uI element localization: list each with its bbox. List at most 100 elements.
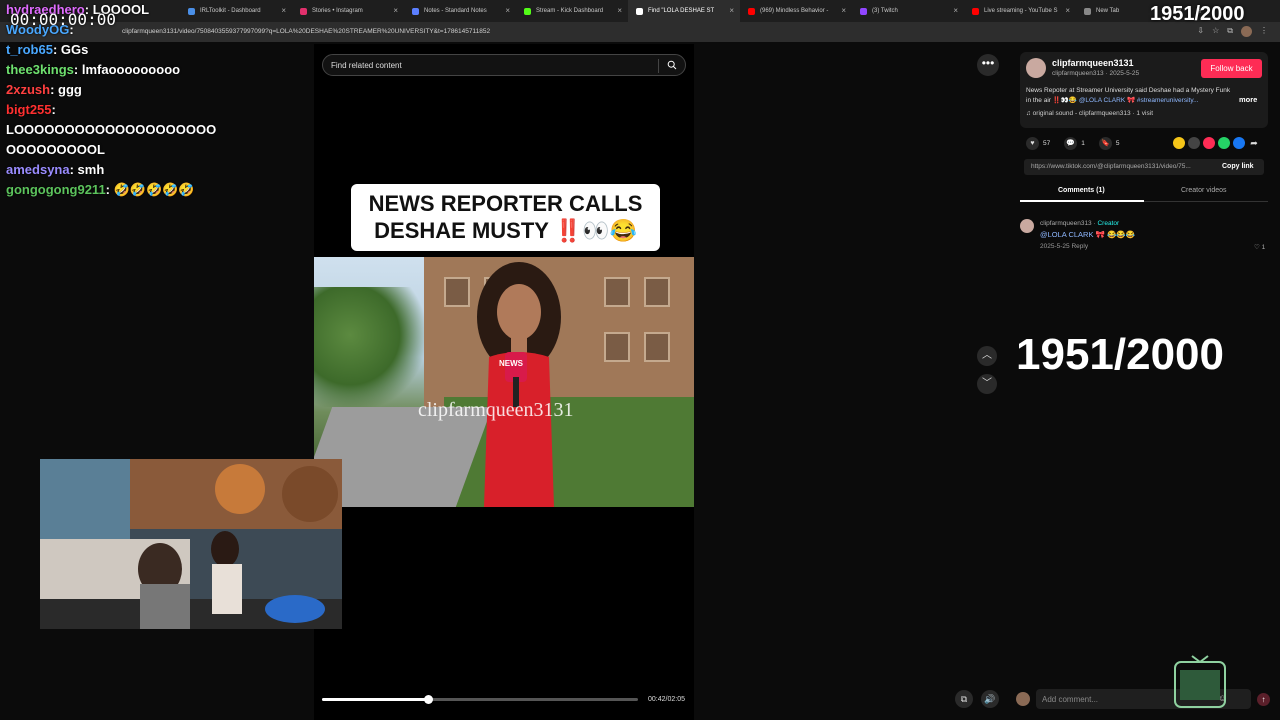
embed-icon[interactable] xyxy=(1188,137,1200,149)
tab-favicon xyxy=(524,7,531,15)
profile-avatar[interactable] xyxy=(1241,26,1252,37)
chat-separator: : xyxy=(50,82,59,97)
chat-separator: : xyxy=(69,162,78,177)
chat-message: 2xzush: ggg xyxy=(6,80,306,100)
tab-label: Live streaming - YouTube S xyxy=(984,8,1058,14)
chat-text: 🤣🤣🤣🤣🤣 xyxy=(113,182,195,197)
tab-list: IRLToolkit - Dashboard × Stories • Instagr… xyxy=(180,0,1188,22)
tab-creator-videos[interactable]: Creator videos xyxy=(1181,187,1227,194)
video-progress-bar[interactable] xyxy=(322,695,638,704)
share-icons: ➦ xyxy=(1173,137,1260,149)
address-bar-icons: ⇩ ☆ ⧉ ⋮ xyxy=(1197,26,1268,37)
browser-tab[interactable]: Stream - Kick Dashboard × xyxy=(516,0,628,22)
creator-avatar[interactable] xyxy=(1026,58,1046,78)
browser-tab[interactable]: (3) Twitch × xyxy=(852,0,964,22)
chat-username: bigt255 xyxy=(6,102,52,117)
chat-text: smh xyxy=(77,162,105,177)
search-icon[interactable] xyxy=(667,60,677,70)
reply-button[interactable]: Reply xyxy=(1071,243,1088,250)
more-options-button[interactable]: ••• xyxy=(977,54,999,76)
share-friends-icon[interactable] xyxy=(1173,137,1185,149)
copy-link-button[interactable]: Copy link xyxy=(1222,163,1254,170)
bookmark-icon[interactable]: 🔖 xyxy=(1098,137,1112,150)
tab-label: Find "LOLA DESHAE ST xyxy=(648,8,715,14)
comment-mention[interactable]: @LOLA CLARK 🎀 xyxy=(1040,230,1105,239)
browser-tab[interactable]: Live streaming - YouTube S × xyxy=(964,0,1076,22)
chat-username: t_rob65 xyxy=(6,42,53,57)
search-related-input[interactable]: Find related content xyxy=(322,54,686,76)
share-arrow-icon[interactable]: ➦ xyxy=(1248,137,1260,149)
tab-comments[interactable]: Comments (1) xyxy=(1058,187,1105,194)
send-comment-button[interactable]: ↑ xyxy=(1257,693,1270,706)
tab-close-icon[interactable]: × xyxy=(841,6,846,15)
chat-message: thee3kings: lmfaooooooooo xyxy=(6,60,306,80)
whatsapp-icon[interactable] xyxy=(1218,137,1230,149)
video-headline-caption: NEWS REPORTER CALLS DESHAE MUSTY ‼️👀😂 xyxy=(351,184,660,251)
tab-favicon xyxy=(748,7,755,15)
tab-label: Stories • Instagram xyxy=(312,8,363,14)
tab-close-icon[interactable]: × xyxy=(1065,6,1070,15)
follow-back-button[interactable]: Follow back xyxy=(1201,59,1262,78)
browser-tab[interactable]: (969) Mindless Behavior - × xyxy=(740,0,852,22)
comment-author-name[interactable]: clipfarmqueen313 xyxy=(1040,220,1092,227)
tab-close-icon[interactable]: × xyxy=(729,6,734,15)
creator-tag: Creator xyxy=(1097,220,1120,227)
next-video-button[interactable]: ﹀ xyxy=(977,374,997,394)
extensions-icon[interactable]: ⧉ xyxy=(1227,26,1233,37)
comment-icon[interactable]: 💬 xyxy=(1064,137,1078,150)
save-count: 5 xyxy=(1115,140,1120,147)
chat-separator: : xyxy=(105,182,114,197)
description-tags[interactable]: @LOLA CLARK 🎀 #streameruniversity... xyxy=(1079,97,1199,104)
send-to-friends-icon[interactable] xyxy=(1203,137,1215,149)
facebook-icon[interactable] xyxy=(1233,137,1245,149)
mic-flag-label: NEWS xyxy=(499,359,523,368)
browser-tab[interactable]: Stories • Instagram × xyxy=(292,0,404,22)
browser-tab[interactable]: Notes - Standard Notes × xyxy=(404,0,516,22)
my-avatar xyxy=(1016,692,1030,706)
previous-video-button[interactable]: ︿ xyxy=(977,346,997,366)
comment-text: @LOLA CLARK 🎀 😂😂😂 xyxy=(1040,230,1135,239)
post-actions: ♥ 57 💬 1 🔖 5 xyxy=(1026,137,1119,150)
creator-handle-date: clipfarmqueen313 · 2025-5-25 xyxy=(1052,70,1140,77)
search-placeholder: Find related content xyxy=(331,61,402,70)
chat-message: OOOOOOOOOL xyxy=(6,140,306,160)
stream-logo-watermark xyxy=(1174,655,1226,708)
comment-date: 2025-5-25 xyxy=(1040,243,1070,250)
stream-chat: hydraedhero: LOOOOL WoodyOG: t_rob65: GGs… xyxy=(6,0,306,200)
active-tab-indicator xyxy=(1020,200,1144,202)
tab-label: Notes - Standard Notes xyxy=(424,8,487,14)
like-icon[interactable]: ♥ xyxy=(1026,137,1039,150)
chat-username: thee3kings xyxy=(6,62,74,77)
bookmark-star-icon[interactable]: ☆ xyxy=(1212,26,1219,37)
chat-text: lmfaooooooooo xyxy=(81,62,181,77)
tab-label: New Tab xyxy=(1096,8,1120,14)
tab-close-icon[interactable]: × xyxy=(953,6,958,15)
tab-label: (969) Mindless Behavior - xyxy=(760,8,829,14)
install-icon[interactable]: ⇩ xyxy=(1197,26,1204,37)
chat-username: amedsyna xyxy=(6,162,70,177)
reporter-figure xyxy=(477,262,561,507)
menu-icon[interactable]: ⋮ xyxy=(1260,26,1268,37)
sound-info[interactable]: ♫ original sound - clipfarmqueen313 · 1 … xyxy=(1026,110,1153,117)
browser-tab[interactable]: Find "LOLA DESHAE ST × xyxy=(628,0,740,22)
tab-close-icon[interactable]: × xyxy=(505,6,510,15)
progress-fill xyxy=(322,698,429,701)
comment-avatar[interactable] xyxy=(1020,219,1034,233)
tab-close-icon[interactable]: × xyxy=(617,6,622,15)
creator-username[interactable]: clipfarmqueen3131 xyxy=(1052,58,1134,68)
comment-author: clipfarmqueen313 · Creator xyxy=(1040,220,1120,227)
webcam-overlay xyxy=(40,459,342,629)
tab-close-icon[interactable]: × xyxy=(393,6,398,15)
comment-like[interactable]: ♡ 1 xyxy=(1254,243,1265,251)
volume-icon[interactable]: 🔊 xyxy=(981,690,999,708)
more-link[interactable]: more xyxy=(1239,95,1257,104)
chat-text: GGs xyxy=(60,42,89,57)
chat-message: LOOOOOOOOOOOOOOOOOOOO xyxy=(6,120,306,140)
video-timecode: 00:42/02:05 xyxy=(648,696,685,703)
video-frame[interactable]: clipfarmqueen3131 NEWS xyxy=(314,257,694,507)
headline-line-1: NEWS REPORTER CALLS xyxy=(368,191,643,216)
video-watermark: clipfarmqueen3131 xyxy=(418,399,574,421)
chat-username: gongogong9211 xyxy=(6,182,106,197)
picture-in-picture-icon[interactable]: ⧉ xyxy=(955,690,973,708)
video-link[interactable]: https://www.tiktok.com/@clipfarmqueen313… xyxy=(1031,163,1211,170)
